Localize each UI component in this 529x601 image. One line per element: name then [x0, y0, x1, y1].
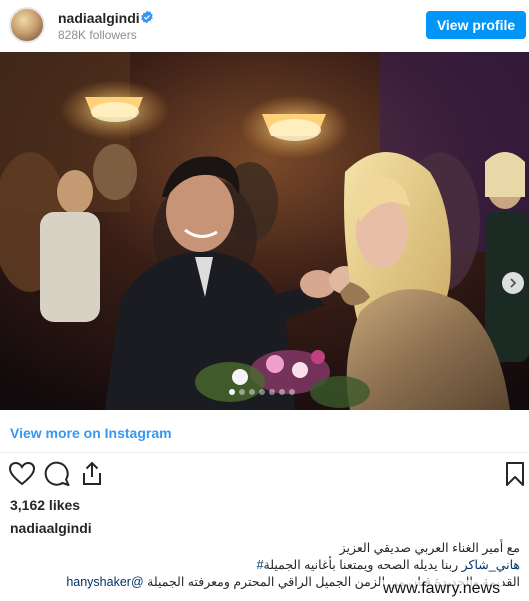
like-count[interactable]: 3,162 likes — [10, 497, 80, 513]
caption-line-2: هاني_شاكر ربنا يديله الصحه ويمتعنا بأغان… — [10, 557, 520, 574]
caption-line-2-text: ربنا يديله الصحه ويمتعنا بأغانيه الجميلة — [263, 558, 462, 572]
carousel-dot — [289, 389, 295, 395]
verified-badge-icon — [141, 10, 153, 24]
caption-hashtag-symbol[interactable]: # — [257, 558, 264, 572]
carousel-dot — [259, 389, 265, 395]
carousel-dot — [249, 389, 255, 395]
view-profile-button[interactable]: View profile — [426, 11, 526, 39]
comment-icon[interactable] — [44, 460, 72, 488]
caption-line-1: مع أمير الغناء العربي صديقي العزيز — [339, 541, 520, 555]
caption-username[interactable]: nadiaalgindi — [10, 520, 92, 536]
carousel-next-button[interactable] — [502, 272, 524, 294]
heart-icon[interactable] — [8, 460, 36, 488]
divider — [0, 452, 529, 453]
watermark: www.fawry.news — [380, 580, 504, 598]
carousel-dot — [279, 389, 285, 395]
carousel-dot — [269, 389, 275, 395]
post-photo-image — [0, 52, 529, 410]
username[interactable]: nadiaalgindi — [58, 10, 140, 26]
chevron-right-icon — [510, 278, 517, 288]
view-more-link[interactable]: View more on Instagram — [10, 425, 172, 441]
post-photo[interactable] — [0, 52, 529, 410]
carousel-dot — [239, 389, 245, 395]
caption-mention[interactable]: @hanyshaker — [66, 575, 143, 589]
share-icon[interactable] — [78, 460, 106, 488]
carousel-indicator — [229, 389, 295, 395]
post-header: nadiaalgindi 828K followers View profile — [0, 0, 529, 52]
avatar[interactable] — [9, 7, 45, 43]
bookmark-icon[interactable] — [501, 460, 529, 488]
carousel-dot — [229, 389, 235, 395]
caption-hashtag-hany[interactable]: هاني_شاكر — [462, 558, 520, 572]
follower-count: 828K followers — [58, 28, 137, 42]
action-bar — [0, 460, 529, 490]
